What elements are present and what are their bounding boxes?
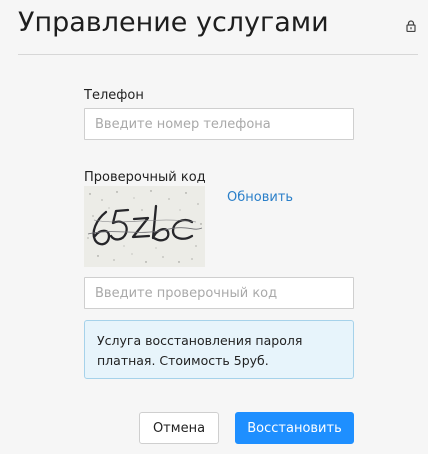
paid-service-notice: Услуга восстановления пароля платная. Ст…	[84, 320, 354, 379]
service-management-page: Управление услугами Телефон Проверочный …	[0, 0, 428, 454]
phone-input[interactable]	[84, 108, 354, 140]
captcha-label: Проверочный код	[84, 170, 206, 185]
page-header: Управление услугами	[18, 6, 418, 55]
captcha-refresh-link[interactable]: Обновить	[227, 190, 293, 205]
page-title: Управление услугами	[18, 7, 329, 38]
cancel-button[interactable]: Отмена	[139, 412, 219, 444]
notice-line-2: платная. Стоимость 5руб.	[97, 353, 269, 368]
restore-button[interactable]: Восстановить	[235, 412, 354, 444]
captcha-input[interactable]	[84, 277, 354, 309]
notice-line-1: Услуга восстановления пароля	[97, 333, 303, 348]
lock-icon	[406, 20, 416, 32]
captcha-image	[84, 186, 205, 267]
phone-label: Телефон	[84, 88, 144, 103]
